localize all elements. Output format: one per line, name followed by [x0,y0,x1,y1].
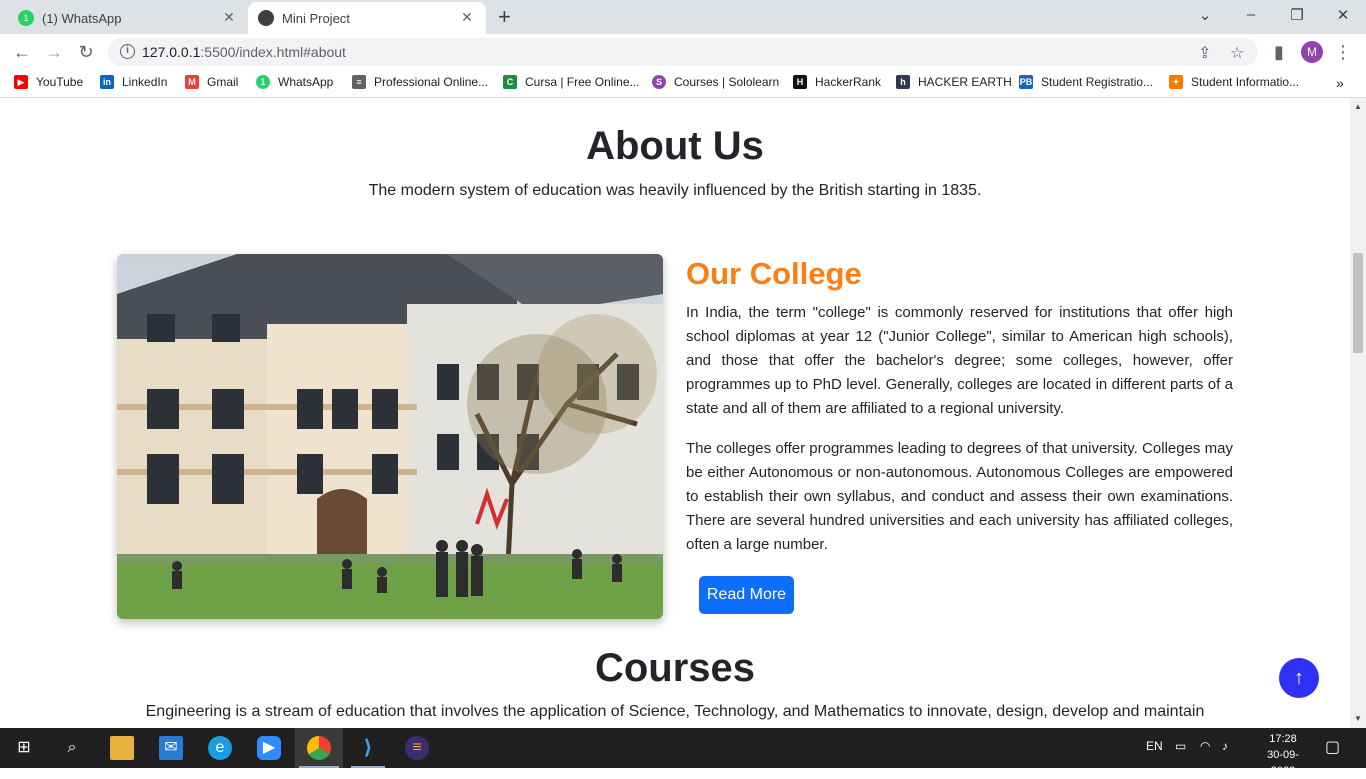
restore-icon[interactable]: ❐ [1287,6,1307,24]
chrome-icon[interactable] [307,736,331,760]
windows-start-icon[interactable]: ⊞ [12,736,36,760]
hackerearth-icon: h [896,75,910,89]
bookmark-student-information[interactable]: ✦ Student Informatio... [1169,75,1299,89]
page-content: About Us The modern system of education … [0,98,1350,728]
arrow-up-icon: ↑ [1294,667,1304,689]
window-close-icon[interactable]: ✕ [1333,6,1353,24]
url-text[interactable]: 127.0.0.1:5500/index.html#about [142,44,346,60]
bookmark-youtube[interactable]: ▶ YouTube [14,75,83,89]
bookmark-star-icon[interactable]: ☆ [1230,43,1244,63]
menu-icon[interactable]: ⋮ [1332,41,1354,63]
bookmark-label: WhatsApp [278,75,334,89]
youtube-icon: ▶ [14,75,28,89]
forward-icon[interactable]: → [43,41,65,63]
new-tab-button[interactable]: + [498,6,511,28]
back-icon[interactable]: ← [11,41,33,63]
pb-icon: PB [1019,75,1033,89]
close-icon[interactable]: ✕ [220,9,238,26]
globe-icon [258,10,274,26]
profile-avatar[interactable]: M [1301,41,1323,63]
pinwheel-icon: ✦ [1169,75,1183,89]
bookmark-label: Cursa | Free Online... [525,75,640,89]
bookmark-hackerrank[interactable]: H HackerRank [793,75,881,89]
edge-icon[interactable]: e [208,736,232,760]
linkedin-icon: in [100,75,114,89]
tab-whatsapp[interactable]: 1 (1) WhatsApp ✕ [8,2,248,34]
college-building-illustration [117,254,663,619]
url-path: :5500/index.html#about [200,44,346,60]
page-scrollbar[interactable]: ▲ ▼ [1350,98,1366,728]
back-to-top-button[interactable]: ↑ [1279,658,1319,698]
courses-subtitle: Engineering is a stream of education tha… [145,703,1205,720]
bookmark-student-registration[interactable]: PB Student Registratio... [1019,75,1153,89]
document-icon: ≡ [352,75,366,89]
about-subtitle: The modern system of education was heavi… [368,182,982,199]
taskbar: ⊞ ⌕ ✉ e ▶ ⟩ ≡ EN ▭ ◠ ♪ 17:28 30-09-2022 … [0,728,1366,777]
clock-time: 17:28 [1269,733,1297,745]
vscode-icon[interactable]: ⟩ [356,736,380,760]
bookmark-label: Courses | Sololearn [674,75,780,89]
bookmark-label: Professional Online... [374,75,489,89]
bookmark-cursa[interactable]: C Cursa | Free Online... [503,75,640,89]
scroll-down-icon[interactable]: ▼ [1354,714,1362,723]
site-info-icon[interactable]: i [120,44,135,59]
bookmark-label: HACKER EARTH [918,75,1012,89]
reload-icon[interactable]: ↻ [75,41,97,63]
whatsapp-icon: 1 [256,75,270,89]
volume-icon[interactable]: ♪ [1222,739,1228,753]
whatsapp-icon: 1 [18,10,34,26]
file-explorer-icon[interactable] [110,736,134,760]
bookmark-whatsapp[interactable]: 1 WhatsApp [256,75,333,89]
sololearn-icon: S [652,75,666,89]
notifications-icon[interactable]: ▢ [1325,737,1340,757]
close-icon[interactable]: ✕ [458,9,476,26]
tab-title: Mini Project [282,10,350,26]
gmail-icon: M [185,75,199,89]
scroll-up-icon[interactable]: ▲ [1354,102,1362,111]
bookmark-label: Student Informatio... [1191,75,1300,89]
bookmark-gmail[interactable]: M Gmail [185,75,238,89]
tab-search-icon[interactable]: ⌄ [1195,6,1215,24]
college-image [117,254,663,619]
more-bookmarks-icon[interactable]: » [1336,75,1344,91]
bookmark-professional-online[interactable]: ≡ Professional Online... [352,75,488,89]
bookmark-label: Student Registratio... [1041,75,1154,89]
bookmark-label: YouTube [36,75,84,89]
about-title: About Us [586,124,764,168]
url-host: 127.0.0.1 [142,44,201,60]
language-indicator[interactable]: EN [1146,739,1163,753]
bookmark-label: LinkedIn [122,75,168,89]
college-heading: Our College [686,256,862,291]
side-panel-icon[interactable]: ▮ [1268,41,1290,63]
scroll-thumb[interactable] [1353,253,1363,353]
minimize-icon[interactable]: – [1241,6,1261,23]
mail-icon[interactable]: ✉ [159,736,183,760]
tab-title: (1) WhatsApp [42,10,122,26]
cursa-icon: C [503,75,517,89]
bookmark-label: HackerRank [815,75,882,89]
eclipse-icon[interactable]: ≡ [405,736,429,760]
college-paragraph-1: In India, the term "college" is commonly… [686,304,1233,417]
battery-icon[interactable]: ▭ [1175,739,1186,753]
courses-title: Courses [594,646,756,690]
bookmarks-bar: ▶ YouTube in LinkedIn M Gmail 1 WhatsApp ≡ Pr… [0,70,1366,98]
read-more-button[interactable]: Read More [699,576,794,614]
system-clock[interactable]: 17:28 30-09-2022 [1255,731,1311,779]
bookmark-label: Gmail [207,75,239,89]
browser-toolbar: ← → ↻ i 127.0.0.1:5500/index.html#about … [0,34,1366,70]
clock-date: 30-09-2022 [1267,749,1299,777]
bookmark-hackerearth[interactable]: h HACKER EARTH [896,75,1012,89]
zoom-icon[interactable]: ▶ [257,736,281,760]
bookmark-sololearn[interactable]: S Courses | Sololearn [652,75,779,89]
share-icon[interactable]: ⇪ [1198,43,1211,63]
hackerrank-icon: H [793,75,807,89]
tab-strip: 1 (1) WhatsApp ✕ Mini Project ✕ + ⌄ – ❐ … [0,0,1366,34]
wifi-icon[interactable]: ◠ [1200,739,1210,753]
search-icon[interactable]: ⌕ [60,736,84,760]
tab-mini-project[interactable]: Mini Project ✕ [248,2,486,34]
address-bar[interactable]: i 127.0.0.1:5500/index.html#about ⇪ ☆ [108,38,1258,66]
college-paragraph-2: The colleges offer programmes leading to… [686,440,1233,553]
bookmark-linkedin[interactable]: in LinkedIn [100,75,167,89]
